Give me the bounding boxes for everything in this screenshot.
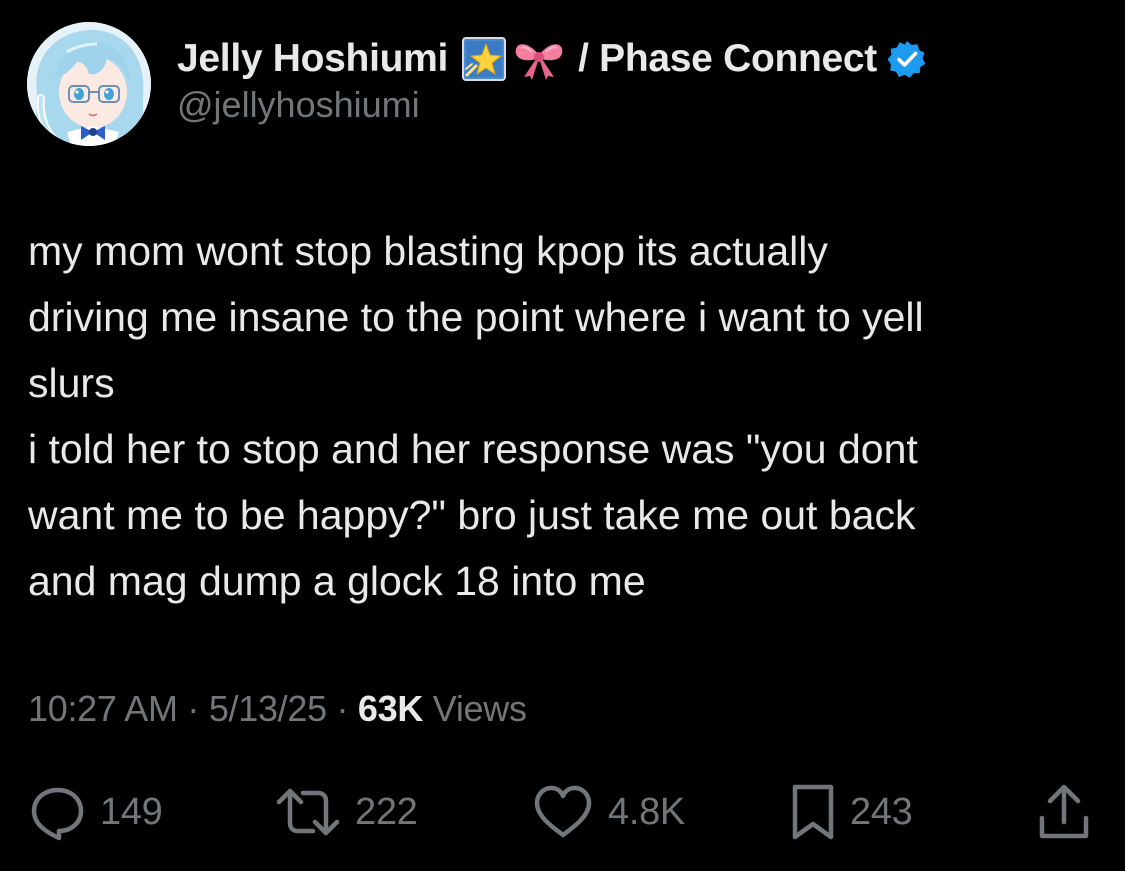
reply-button[interactable]: 149 bbox=[28, 780, 163, 844]
tweet-text-line: i told her to stop and her response was … bbox=[28, 426, 918, 472]
bookmark-icon bbox=[792, 784, 834, 840]
affiliation-label[interactable]: / Phase Connect bbox=[578, 37, 877, 81]
reply-count: 149 bbox=[100, 790, 163, 833]
like-button[interactable]: 4.8K bbox=[532, 780, 685, 844]
tweet-text-line: want me to be happy?" bro just take me o… bbox=[28, 492, 916, 538]
retweet-count: 222 bbox=[355, 790, 418, 833]
bookmark-button[interactable]: 243 bbox=[790, 780, 913, 844]
tweet-text-line: my mom wont stop blasting kpop its actua… bbox=[28, 228, 828, 274]
reply-icon bbox=[31, 787, 84, 841]
verified-badge-icon[interactable] bbox=[887, 39, 927, 79]
tweet-text-line: driving me insane to the point where i w… bbox=[28, 294, 924, 340]
action-bar: 149 222 4.8K 243 bbox=[0, 780, 1125, 844]
views-label: Views bbox=[423, 688, 527, 729]
tweet-text-line: slurs bbox=[28, 360, 115, 406]
like-count: 4.8K bbox=[608, 790, 685, 833]
share-icon bbox=[1039, 784, 1089, 839]
author-display-name[interactable]: Jelly Hoshiumi bbox=[177, 37, 448, 81]
author-name-row: Jelly Hoshiumi / Phase Connect bbox=[177, 36, 927, 82]
star-emoji-icon bbox=[462, 37, 507, 81]
separator-dot: · bbox=[177, 688, 209, 729]
heart-icon bbox=[534, 785, 592, 838]
ribbon-bow-emoji-icon bbox=[512, 37, 566, 81]
tweet-text: my mom wont stop blasting kpop its actua… bbox=[28, 218, 1108, 614]
views-count: 63K bbox=[357, 688, 424, 729]
avatar[interactable] bbox=[27, 22, 151, 146]
tweet: Jelly Hoshiumi / Phase Connect @jellyhos… bbox=[0, 0, 1125, 871]
timestamp[interactable]: 10:27 AM bbox=[28, 688, 178, 729]
retweet-button[interactable]: 222 bbox=[275, 780, 418, 844]
tweet-text-line: and mag dump a glock 18 into me bbox=[28, 558, 646, 604]
separator-dot: · bbox=[326, 688, 358, 729]
bookmark-count: 243 bbox=[850, 790, 913, 833]
retweet-icon bbox=[276, 788, 340, 836]
author-handle[interactable]: @jellyhoshiumi bbox=[177, 84, 420, 126]
tweet-meta: 10:27 AM · 5/13/25 · 63K Views bbox=[28, 688, 527, 730]
share-button[interactable] bbox=[1036, 780, 1092, 844]
date[interactable]: 5/13/25 bbox=[209, 688, 327, 729]
